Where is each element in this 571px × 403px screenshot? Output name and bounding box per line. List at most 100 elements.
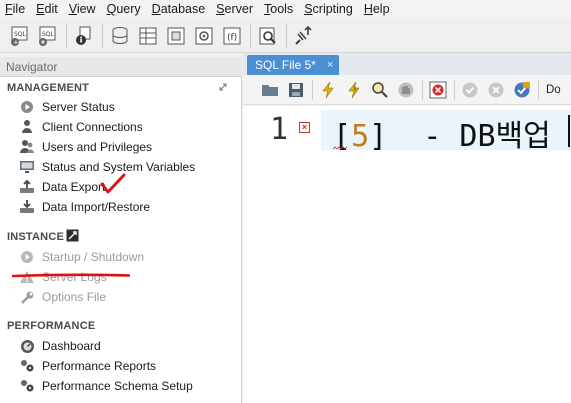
create-table-icon[interactable]: [136, 24, 160, 48]
startup-icon: [18, 249, 36, 265]
data-export-icon: [18, 179, 36, 195]
svg-text:SQL: SQL: [14, 31, 27, 38]
nav-item-client-connections[interactable]: Client Connections: [18, 118, 143, 136]
stop-icon[interactable]: [395, 79, 417, 101]
nav-item-label: Data Export: [42, 180, 106, 194]
menu-query[interactable]: Query: [105, 2, 150, 16]
menu-database[interactable]: Database: [150, 2, 215, 16]
syntax-error-squiggle: [333, 146, 347, 150]
nav-item-data-import-restore[interactable]: Data Import/Restore: [18, 198, 150, 216]
open-folder-icon[interactable]: [259, 79, 281, 101]
svg-text:I: I: [354, 85, 356, 93]
create-view-icon[interactable]: [164, 24, 188, 48]
nav-item-performance-reports[interactable]: Performance Reports: [18, 357, 156, 375]
execute-current-icon[interactable]: I: [343, 79, 365, 101]
menu-file-mnemonic: F: [5, 2, 13, 16]
menu-help-label: elp: [372, 2, 390, 16]
nav-item-label: Dashboard: [42, 339, 101, 353]
commit-icon[interactable]: [459, 79, 481, 101]
editor-toolbar: I Do: [243, 75, 571, 105]
toolbar-separator: [286, 23, 287, 48]
toolbar-separator: [250, 23, 251, 48]
menu-edit-label: dit: [44, 2, 58, 16]
instance-status-icon[interactable]: [66, 229, 79, 242]
navigator-panel: MANAGEMENT Server Status Client Connecti…: [0, 77, 242, 403]
svg-text:(f): (f): [227, 33, 237, 43]
svg-text:+: +: [13, 38, 19, 46]
menu-database-mnemonic: D: [151, 2, 161, 16]
menu-file[interactable]: File: [3, 2, 34, 16]
toolbar-separator: [454, 79, 455, 100]
nav-item-label: Client Connections: [42, 120, 143, 134]
menu-edit-mnemonic: E: [36, 2, 45, 16]
menu-server-mnemonic: S: [216, 2, 225, 16]
limit-rows-label[interactable]: Do: [546, 84, 561, 96]
menu-server[interactable]: Server: [214, 2, 262, 16]
section-title-instance: INSTANCE: [7, 231, 65, 243]
autocommit-icon[interactable]: [511, 79, 533, 101]
editor-gutter: [243, 106, 321, 403]
menu-view-label: iew: [76, 2, 96, 16]
nav-item-dashboard[interactable]: Dashboard: [18, 337, 101, 355]
nav-item-label: Options File: [42, 290, 107, 304]
nav-item-label: Performance Schema Setup: [42, 379, 193, 393]
menu-tools[interactable]: Tools: [262, 2, 302, 16]
nav-item-server-status[interactable]: Server Status: [18, 98, 115, 116]
nav-item-options-file[interactable]: Options File: [18, 288, 106, 306]
nav-item-startup-shutdown[interactable]: Startup / Shutdown: [18, 248, 144, 266]
tab-label: SQL File 5*: [255, 58, 316, 72]
section-title-management: MANAGEMENT: [7, 82, 90, 94]
nav-item-label: Performance Reports: [42, 359, 157, 373]
menu-scripting-label: cripting: [312, 2, 353, 16]
toolbar-separator: [422, 79, 423, 100]
create-function-icon[interactable]: (f): [220, 24, 244, 48]
wrench-icon: [18, 289, 36, 305]
menu-query-mnemonic: Q: [106, 2, 117, 16]
main-toolbar: SQL + SQL (f): [0, 19, 571, 53]
nav-item-data-export[interactable]: Data Export: [18, 178, 105, 196]
nav-item-users-and-privileges[interactable]: Users and Privileges: [18, 138, 152, 156]
section-title-performance: PERFORMANCE: [7, 320, 96, 332]
explain-icon[interactable]: [369, 79, 391, 101]
menu-database-label: atabase: [160, 2, 206, 16]
menu-view[interactable]: View: [67, 2, 105, 16]
new-sql-tab-icon[interactable]: SQL +: [8, 24, 32, 48]
open-sql-script-icon[interactable]: SQL: [36, 24, 60, 48]
nav-item-label: Server Status: [42, 100, 115, 114]
annotation-checkmark: [100, 173, 126, 194]
nav-item-label: Status and System Variables: [42, 160, 196, 174]
tab-sql-file-5[interactable]: SQL File 5* ×: [247, 55, 339, 75]
data-import-icon: [18, 199, 36, 215]
reconnect-icon[interactable]: [292, 24, 316, 48]
menu-server-label: erver: [224, 2, 253, 16]
expand-icon[interactable]: [218, 82, 228, 92]
menu-scripting[interactable]: Scripting: [302, 2, 362, 16]
menu-file-label: ile: [12, 2, 26, 16]
nav-item-performance-schema-setup[interactable]: Performance Schema Setup: [18, 377, 193, 395]
info-icon[interactable]: [72, 24, 96, 48]
menu-edit[interactable]: Edit: [34, 2, 67, 16]
rollback-icon[interactable]: [485, 79, 507, 101]
server-status-icon: [18, 99, 36, 115]
create-schema-icon[interactable]: [108, 24, 132, 48]
performance-reports-icon: [18, 358, 36, 374]
code-rest: ] - DB백업: [369, 119, 551, 154]
close-icon[interactable]: ×: [327, 59, 333, 71]
schema-setup-icon: [18, 378, 36, 394]
code-line-1[interactable]: [5] - DB백업: [333, 111, 551, 155]
search-table-data-icon[interactable]: [256, 24, 280, 48]
client-connections-icon: [18, 119, 36, 135]
annotation-underline: [12, 273, 130, 278]
error-marker-icon[interactable]: ×: [299, 122, 310, 133]
save-icon[interactable]: [285, 79, 307, 101]
svg-text:SQL: SQL: [42, 31, 55, 38]
menu-tools-label: ools: [270, 2, 294, 16]
toggle-stop-on-error-icon[interactable]: [427, 79, 449, 101]
toolbar-separator: [538, 79, 539, 100]
editor-tab-strip: SQL File 5* ×: [243, 53, 571, 75]
code-number: 5: [351, 119, 370, 154]
create-procedure-icon[interactable]: [192, 24, 216, 48]
menu-view-mnemonic: V: [68, 2, 77, 16]
execute-icon[interactable]: [317, 79, 339, 101]
menu-help[interactable]: Help: [362, 2, 399, 16]
